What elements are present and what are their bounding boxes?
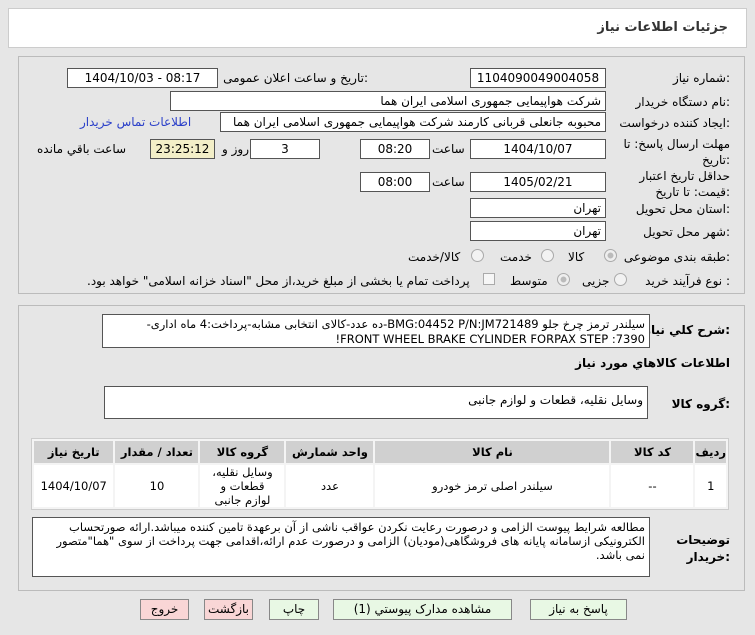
- group-field[interactable]: وسایل نقلیه، قطعات و لوازم جانبی: [104, 386, 648, 419]
- contact-buyer-link[interactable]: اطلاعات تماس خریدار: [80, 115, 191, 129]
- table-row: 1 -- سیلندر اصلی ترمز خودرو عدد وسایل نق…: [34, 465, 726, 507]
- payment-note: پرداخت تمام یا بخشی از مبلغ خرید،از محل …: [87, 274, 470, 288]
- col-header: گروه کالا: [200, 441, 285, 463]
- treasury-payment-checkbox[interactable]: [483, 273, 495, 285]
- description-label: شرح کلي نياز:: [644, 323, 730, 337]
- category-radio-service[interactable]: [541, 249, 554, 262]
- time-label: ساعت: [432, 175, 465, 189]
- view-attachments-button[interactable]: مشاهده مدارک پیوستي (1): [333, 599, 512, 620]
- category-radio-goods[interactable]: [604, 249, 617, 262]
- days-label: روز و: [222, 142, 249, 156]
- page-title: جزئیات اطلاعات نیاز: [597, 20, 728, 35]
- cell-unit: عدد: [286, 465, 374, 507]
- exit-button[interactable]: خروج: [140, 599, 189, 620]
- description-field[interactable]: سیلندر ترمز چرخ جلو BMG:04452 P/N:JM7214…: [102, 314, 650, 348]
- cell-row-number: 1: [695, 465, 726, 507]
- validity-date-field: 1405/02/21: [470, 172, 606, 192]
- category-label: طبقه بندی موضوعی:: [623, 250, 730, 264]
- city-label: شهر محل تحویل:: [643, 225, 730, 239]
- province-label: استان محل تحویل:: [635, 202, 730, 216]
- time-label: ساعت: [432, 142, 465, 156]
- reply-button[interactable]: پاسخ به نیاز: [530, 599, 627, 620]
- category-radio-both[interactable]: [471, 249, 484, 262]
- group-label: گروه کالا:: [671, 397, 730, 411]
- province-field: تهران: [470, 198, 606, 218]
- cell-code: --: [611, 465, 694, 507]
- days-remaining-field: 3: [250, 139, 320, 159]
- page-header: جزئیات اطلاعات نیاز: [8, 8, 747, 48]
- col-header: نام کالا: [375, 441, 610, 463]
- back-button[interactable]: بازگشت: [204, 599, 253, 620]
- cell-quantity: 10: [115, 465, 199, 507]
- need-number-label: شماره نیاز:: [672, 71, 730, 85]
- process-radio-minor[interactable]: [614, 273, 627, 286]
- announce-field: 1404/10/03 - 08:17: [67, 68, 218, 88]
- need-number-field: 1104090049004058: [470, 68, 606, 88]
- category-option-label: کالا/خدمت: [408, 250, 461, 264]
- goods-heading: اطلاعات کالاهاي مورد نياز: [575, 356, 730, 370]
- col-header: کد کالا: [611, 441, 694, 463]
- city-field: تهران: [470, 221, 606, 241]
- col-header: تعداد / مقدار: [115, 441, 199, 463]
- creator-field: محبوبه جانعلی قربانی کارمند شرکت هواپیما…: [220, 112, 606, 132]
- col-header: واحد شمارش: [286, 441, 374, 463]
- deadline-date-field: 1404/10/07: [470, 139, 606, 159]
- goods-table: ردیف کد کالا نام کالا واحد شمارش گروه کا…: [31, 438, 729, 510]
- deadline-label: مهلت ارسال پاسخ: تا تاریخ:: [623, 137, 730, 167]
- col-header: ردیف: [695, 441, 726, 463]
- process-option-label: متوسط: [510, 274, 548, 288]
- process-label: نوع فرآیند خرید :: [645, 274, 730, 288]
- category-option-label: خدمت: [500, 250, 532, 264]
- notes-field[interactable]: مطالعه شرایط پیوست الزامی و درصورت رعایت…: [32, 517, 650, 577]
- cell-name: سیلندر اصلی ترمز خودرو: [375, 465, 610, 507]
- validity-label: حداقل تاریخ اعتبار قیمت: تا تاریخ:: [639, 169, 730, 199]
- process-radio-medium[interactable]: [557, 273, 570, 286]
- category-option-label: کالا: [568, 250, 585, 264]
- creator-label: ایجاد کننده درخواست:: [619, 116, 730, 130]
- buyer-field: شرکت هواپیمایی جمهوری اسلامی ایران هما: [170, 91, 606, 111]
- print-button[interactable]: چاپ: [269, 599, 319, 620]
- announce-label: تاریخ و ساعت اعلان عمومی:: [223, 71, 368, 85]
- col-header: تاریخ نیاز: [34, 441, 114, 463]
- notes-label: توضیحات خریدار:: [676, 533, 730, 564]
- process-option-label: جزیی: [582, 274, 610, 288]
- deadline-time-field: 08:20: [360, 139, 430, 159]
- cell-group: وسایل نقلیه، قطعات و لوازم جانبی: [200, 465, 285, 507]
- cell-date: 1404/10/07: [34, 465, 114, 507]
- buyer-label: نام دستگاه خریدار:: [635, 95, 731, 109]
- remaining-label: ساعت باقي مانده: [37, 142, 127, 156]
- remaining-time-field: 23:25:12: [150, 139, 215, 159]
- validity-time-field: 08:00: [360, 172, 430, 192]
